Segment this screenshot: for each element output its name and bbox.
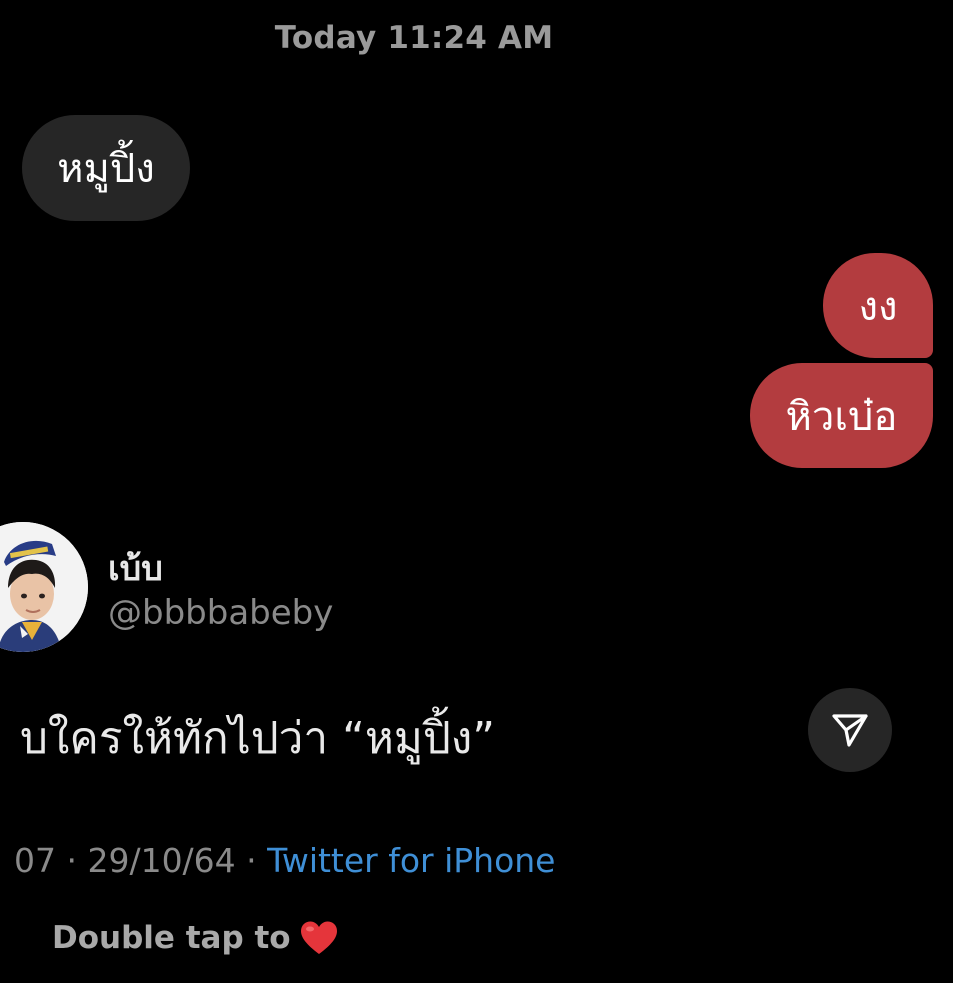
message-text: หิวเบ๋อ (785, 393, 898, 440)
author-name: เบ้บ (108, 549, 163, 589)
author-avatar[interactable] (0, 522, 88, 652)
author-handle: @bbbbabeby (108, 593, 334, 633)
tweet-meta: 07 · 29/10/64 · Twitter for iPhone (14, 841, 556, 880)
conversation-timestamp: Today 11:24 AM (274, 20, 554, 56)
tweet-date: 07 · 29/10/64 · (14, 841, 268, 880)
share-button[interactable] (808, 688, 892, 772)
message-text: งง (858, 283, 898, 330)
double-tap-text: Double tap to (52, 920, 291, 956)
tweet-text: บใครให้ทักไปว่า “หมูปิ้ง” (20, 713, 496, 764)
message-text: หมูปิ้ง (57, 146, 155, 192)
received-message-bubble[interactable]: หมูปิ้ง (22, 115, 190, 221)
double-tap-hint: Double tap to (52, 920, 339, 956)
tweet-source-link[interactable]: Twitter for iPhone (267, 841, 555, 880)
avatar-image (0, 522, 88, 652)
send-icon (832, 714, 868, 747)
shared-tweet-card[interactable]: เบ้บ @bbbbabeby บใครให้ทักไปว่า “หมูปิ้ง… (0, 505, 953, 983)
sent-message-bubble[interactable]: งง (823, 253, 933, 358)
sent-message-bubble[interactable]: หิวเบ๋อ (750, 363, 933, 468)
heart-icon (300, 921, 337, 954)
